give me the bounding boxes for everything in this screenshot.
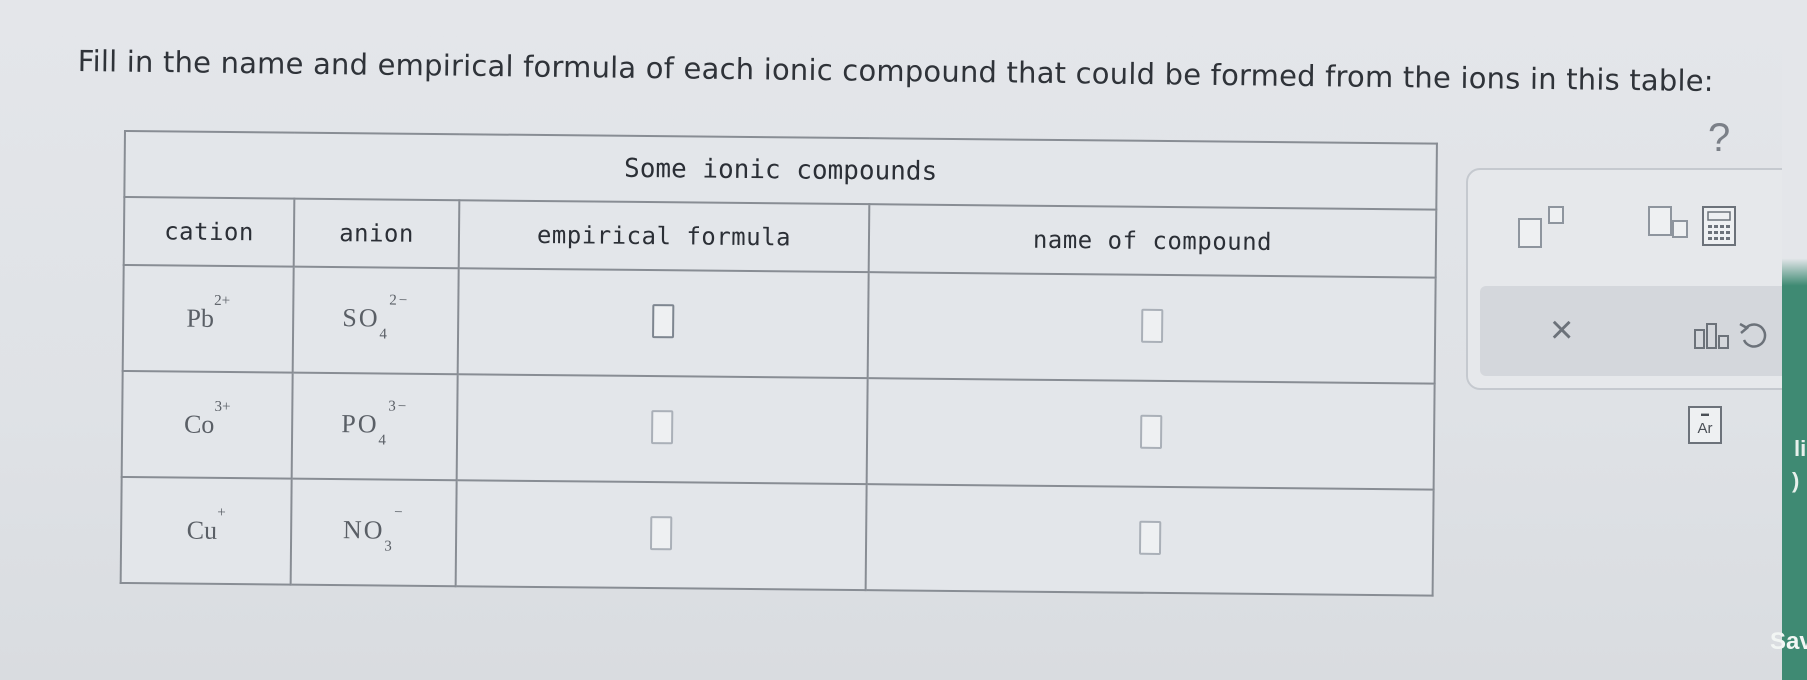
periodic-table-mark: ▬ xyxy=(1701,409,1709,418)
header-cation: cation xyxy=(123,197,295,267)
empirical-formula-input[interactable] xyxy=(651,410,674,445)
compound-name-input[interactable] xyxy=(1140,308,1163,343)
table-caption: Some ionic compounds xyxy=(124,131,1437,210)
empirical-formula-cell xyxy=(457,268,869,379)
table-row: Pb2+ SO42− xyxy=(122,265,1436,384)
ionic-compounds-table: Some ionic compounds cation anion empiri… xyxy=(119,130,1438,617)
anion-cell: NO3− xyxy=(290,478,457,587)
empirical-formula-input[interactable] xyxy=(649,516,673,551)
table-row: Co3+ PO43− xyxy=(121,370,1435,490)
question-prompt: Fill in the name and empirical formula o… xyxy=(77,44,1714,98)
keypad-icon[interactable] xyxy=(1702,206,1736,246)
anion-cell: PO43− xyxy=(291,372,458,481)
table-row: Cu+ NO3− xyxy=(120,476,1434,596)
compound-name-cell xyxy=(865,484,1434,596)
cation-cell: Pb2+ xyxy=(122,265,294,373)
anion-ion: NO3− xyxy=(342,504,405,555)
empirical-formula-cell xyxy=(455,480,867,591)
header-anion: anion xyxy=(293,198,460,269)
periodic-table-label: Ar xyxy=(1697,420,1713,437)
chart-icon[interactable] xyxy=(1694,322,1734,350)
empirical-formula-cell xyxy=(456,374,868,485)
superscript-icon[interactable] xyxy=(1518,206,1568,250)
cation-ion: Co3+ xyxy=(183,399,231,439)
periodic-table-icon[interactable]: ▬ Ar xyxy=(1688,406,1722,444)
anion-ion: SO42− xyxy=(342,292,410,343)
side-text-top: li xyxy=(1794,436,1807,461)
side-text-mid: ) xyxy=(1792,468,1800,493)
compound-name-cell xyxy=(867,272,1436,384)
empirical-formula-input[interactable] xyxy=(652,304,675,339)
header-empirical-formula: empirical formula xyxy=(458,200,870,273)
compound-name-input[interactable] xyxy=(1139,414,1162,449)
close-icon[interactable]: × xyxy=(1550,308,1573,353)
cation-ion: Pb2+ xyxy=(186,293,231,333)
compound-name-cell xyxy=(866,378,1435,490)
header-name-of-compound: name of compound xyxy=(868,204,1437,278)
anion-cell: SO42− xyxy=(292,266,459,375)
cation-cell: Co3+ xyxy=(121,370,293,479)
save-button[interactable]: Sav xyxy=(1770,628,1807,656)
undo-icon[interactable] xyxy=(1738,318,1768,350)
cation-cell: Cu+ xyxy=(120,476,292,585)
cation-ion: Cu+ xyxy=(186,505,226,545)
subscript-icon[interactable] xyxy=(1648,206,1688,246)
anion-ion: PO43− xyxy=(341,398,409,449)
side-panel-edge xyxy=(1782,0,1807,680)
help-icon[interactable]: ? xyxy=(1708,116,1730,161)
compound-name-input[interactable] xyxy=(1138,520,1161,555)
